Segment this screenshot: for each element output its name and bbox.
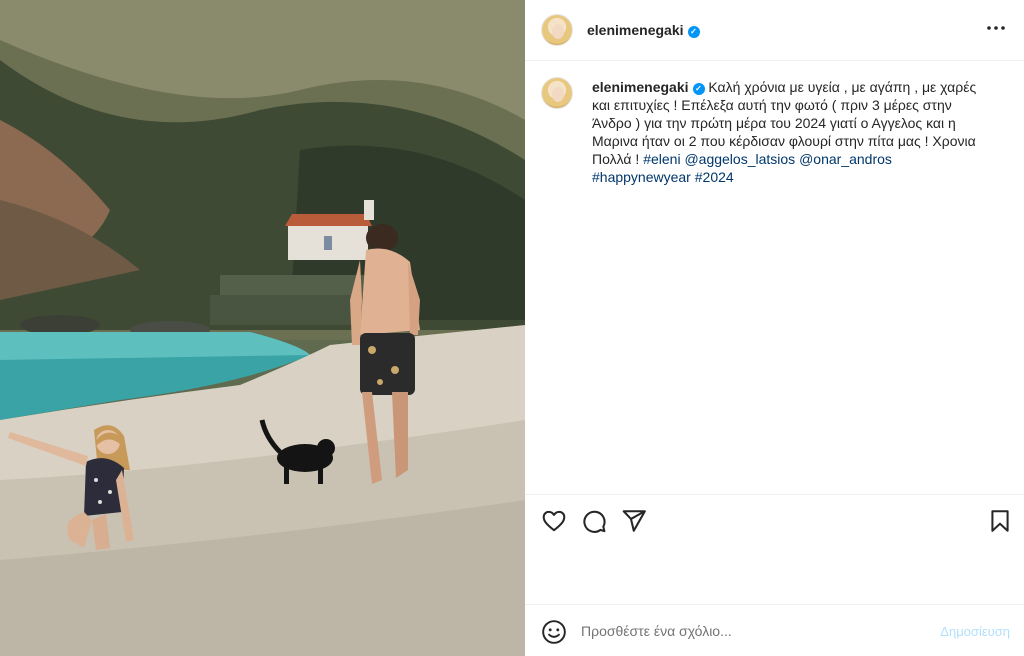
- beach-photo-illustration: [0, 0, 525, 656]
- caption-area: elenimenegaki ✓ Καλή χρόνια με υγεία , με…: [525, 61, 1024, 495]
- action-bar: [525, 500, 1024, 544]
- heart-icon[interactable]: [541, 508, 567, 534]
- post-caption: elenimenegaki ✓ Καλή χρόνια με υγεία , με…: [592, 78, 992, 186]
- verified-badge-icon: ✓: [687, 26, 700, 38]
- share-icon[interactable]: [621, 508, 647, 534]
- verified-badge-icon: ✓: [692, 83, 705, 95]
- hashtag-link[interactable]: #happynewyear: [592, 169, 691, 185]
- avatar[interactable]: [541, 14, 573, 46]
- more-options-icon[interactable]: [984, 16, 1008, 40]
- username-text: elenimenegaki: [587, 22, 684, 38]
- comment-input[interactable]: [581, 619, 921, 643]
- post-header: elenimenegaki ✓: [525, 0, 1024, 61]
- post-photo[interactable]: [0, 0, 525, 656]
- caption-avatar[interactable]: [541, 77, 573, 109]
- mention-link[interactable]: @aggelos_latsios: [684, 151, 795, 167]
- post-comment-button[interactable]: Δημοσίευση: [940, 624, 1010, 639]
- comment-bar: Δημοσίευση: [525, 604, 1024, 656]
- emoji-icon[interactable]: [541, 619, 567, 645]
- post-panel: elenimenegaki ✓ elenimenegaki ✓ Καλή χρόνι…: [525, 0, 1024, 656]
- username-link[interactable]: elenimenegaki ✓: [587, 22, 700, 38]
- hashtag-link[interactable]: #2024: [695, 169, 734, 185]
- hashtag-link[interactable]: #eleni: [643, 151, 680, 167]
- mention-link[interactable]: @onar_andros: [799, 151, 892, 167]
- caption-username[interactable]: elenimenegaki: [592, 79, 689, 95]
- bookmark-icon[interactable]: [987, 508, 1013, 534]
- comment-icon[interactable]: [581, 508, 607, 534]
